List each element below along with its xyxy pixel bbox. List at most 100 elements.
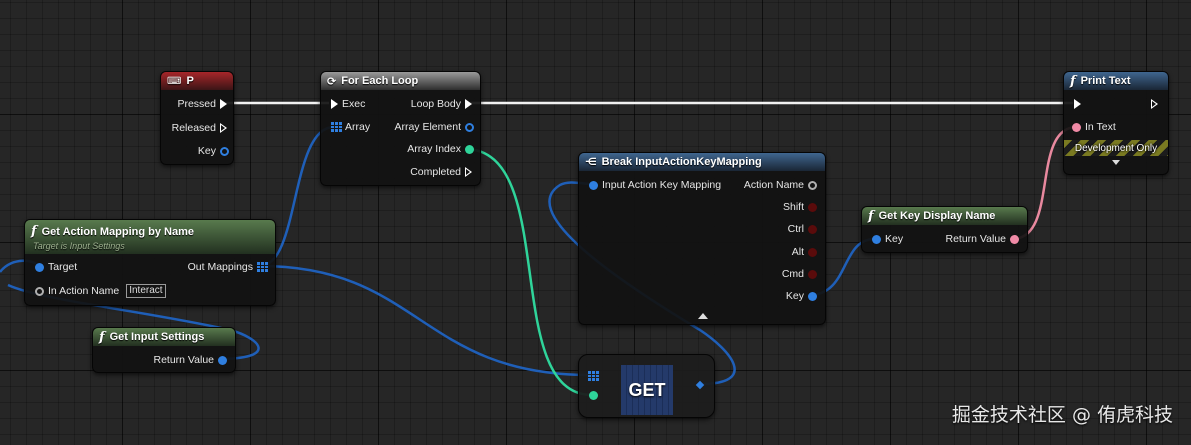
function-icon: f [31, 224, 37, 239]
in-action-name-input[interactable]: Interact [126, 284, 166, 298]
get-key-display-node[interactable]: f Get Key Display Name Key Return Value [861, 206, 1028, 253]
get-key-display-title: Get Key Display Name [878, 210, 996, 222]
get-key-display-header[interactable]: f Get Key Display Name [862, 207, 1027, 225]
function-icon: f [868, 208, 874, 224]
bool-pin-alt[interactable] [808, 247, 817, 257]
name-pin-action-name[interactable] [808, 180, 817, 190]
print-text-node[interactable]: f Print Text In Text Development Only [1063, 71, 1169, 175]
pin-label-released: Released [171, 122, 216, 134]
exec-pin-completed[interactable] [465, 167, 472, 177]
pin-row-settings-return: Return Value [149, 352, 227, 368]
pin-label-action-name: Action Name [743, 179, 804, 191]
pin-label-key: Key [197, 145, 216, 157]
key-event-title: P [186, 75, 194, 87]
get-action-mapping-title: Get Action Mapping by Name [41, 225, 194, 238]
pin-row-mapping-input: Input Action Key Mapping [589, 177, 725, 193]
function-icon: f [99, 329, 105, 345]
pin-label-cmd: Cmd [781, 268, 804, 280]
array-pin-get-input[interactable] [588, 371, 599, 381]
pin-row-loop-body: Loop Body [407, 96, 472, 112]
pin-label-array: Array [345, 121, 371, 133]
name-pin-in-action-name[interactable] [35, 286, 44, 296]
expand-arrow-icon[interactable] [1112, 160, 1120, 165]
loop-icon: ⟳ [327, 75, 337, 88]
key-event-node[interactable]: ⌨ P Pressed Released Key [160, 71, 234, 165]
object-pin-array-element[interactable] [465, 122, 474, 132]
pin-label-ctrl: Ctrl [787, 223, 804, 235]
pin-row-cmd: Cmd [778, 266, 817, 282]
get-array-node[interactable]: GET [578, 354, 715, 418]
pin-row-break-key: Key [782, 288, 817, 304]
object-pin-settings-return[interactable] [218, 355, 227, 365]
object-pin-mapping-input[interactable] [589, 180, 598, 190]
pin-row-print-exec-out [1151, 96, 1158, 112]
text-pin-in-text[interactable] [1072, 122, 1081, 132]
pin-label-mapping-input: Input Action Key Mapping [602, 179, 722, 191]
get-input-settings-header[interactable]: f Get Input Settings [93, 328, 235, 346]
pin-label-completed: Completed [410, 166, 461, 178]
pin-label-loop-body: Loop Body [410, 98, 461, 110]
for-each-loop-header[interactable]: ⟳ For Each Loop [321, 72, 480, 90]
exec-pin-released[interactable] [220, 123, 227, 133]
key-event-icon: ⌨ [167, 75, 182, 87]
print-text-header[interactable]: f Print Text [1064, 72, 1168, 90]
break-mapping-title: Break InputActionKeyMapping [601, 156, 762, 168]
bool-pin-shift[interactable] [808, 202, 817, 212]
pin-label-exec: Exec [342, 98, 366, 110]
get-action-mapping-header[interactable]: f Get Action Mapping by Name Target is I… [25, 220, 275, 254]
break-mapping-node[interactable]: ⋲ Break InputActionKeyMapping Input Acti… [578, 152, 826, 325]
pin-row-key: Key [194, 143, 229, 159]
for-each-loop-node[interactable]: ⟳ For Each Loop Exec Loop Body Array Arr… [320, 71, 481, 186]
exec-pin-print-out[interactable] [1151, 99, 1158, 109]
object-pin-get-output[interactable] [695, 380, 705, 390]
pin-row-released: Released [168, 120, 227, 136]
wire-arrayindex-get [464, 147, 593, 397]
print-text-title: Print Text [1080, 75, 1131, 87]
exec-pin-loop-body[interactable] [465, 99, 472, 109]
array-pin-array[interactable] [331, 122, 342, 132]
bool-pin-ctrl[interactable] [808, 224, 817, 234]
pin-label-display-key: Key [885, 233, 904, 245]
pin-label-out-mappings: Out Mappings [187, 261, 253, 273]
key-event-header[interactable]: ⌨ P [161, 72, 233, 90]
collapse-arrow-icon[interactable] [698, 313, 708, 319]
pin-label-alt: Alt [791, 246, 804, 258]
pin-row-alt: Alt [788, 244, 817, 260]
get-action-mapping-node[interactable]: f Get Action Mapping by Name Target is I… [24, 219, 276, 306]
pin-label-settings-return: Return Value [153, 354, 214, 366]
pin-row-print-exec-in [1074, 96, 1081, 112]
integer-pin-array-index[interactable] [465, 144, 474, 154]
pin-label-display-return: Return Value [945, 233, 1006, 245]
get-input-settings-node[interactable]: f Get Input Settings Return Value [92, 327, 236, 373]
text-pin-display-return[interactable] [1010, 234, 1019, 244]
object-pin-target[interactable] [35, 262, 44, 272]
pin-label-target: Target [48, 261, 78, 273]
object-pin-display-key[interactable] [872, 234, 881, 244]
pin-row-array-element: Array Element [390, 119, 474, 135]
object-pin-break-key[interactable] [808, 291, 817, 301]
exec-pin-pressed[interactable] [220, 99, 227, 109]
pin-row-array-index: Array Index [403, 141, 474, 157]
pin-row-exec: Exec [331, 96, 369, 112]
exec-pin-exec[interactable] [331, 99, 338, 109]
get-input-settings-title: Get Input Settings [109, 331, 205, 343]
pin-label-pressed: Pressed [177, 98, 216, 110]
pin-row-array: Array [331, 119, 374, 135]
get-action-mapping-subtitle: Target is Input Settings [33, 241, 125, 251]
pin-label-array-index: Array Index [407, 143, 461, 155]
exec-pin-print-in[interactable] [1074, 99, 1081, 109]
get-node-label: GET [621, 365, 673, 415]
object-pin-key[interactable] [220, 146, 229, 156]
pin-row-out-mappings: Out Mappings [184, 259, 268, 275]
break-mapping-header[interactable]: ⋲ Break InputActionKeyMapping [579, 153, 825, 171]
pin-row-pressed: Pressed [173, 96, 227, 112]
pin-label-break-key: Key [785, 290, 804, 302]
integer-pin-get-index[interactable] [589, 391, 598, 400]
for-each-loop-title: For Each Loop [341, 75, 419, 87]
bool-pin-cmd[interactable] [808, 269, 817, 279]
pin-label-array-element: Array Element [394, 121, 461, 133]
break-struct-icon: ⋲ [585, 156, 597, 168]
pin-row-in-action-name: In Action Name Interact [35, 283, 166, 299]
development-only-banner: Development Only [1064, 140, 1168, 156]
array-pin-out-mappings[interactable] [257, 262, 268, 272]
